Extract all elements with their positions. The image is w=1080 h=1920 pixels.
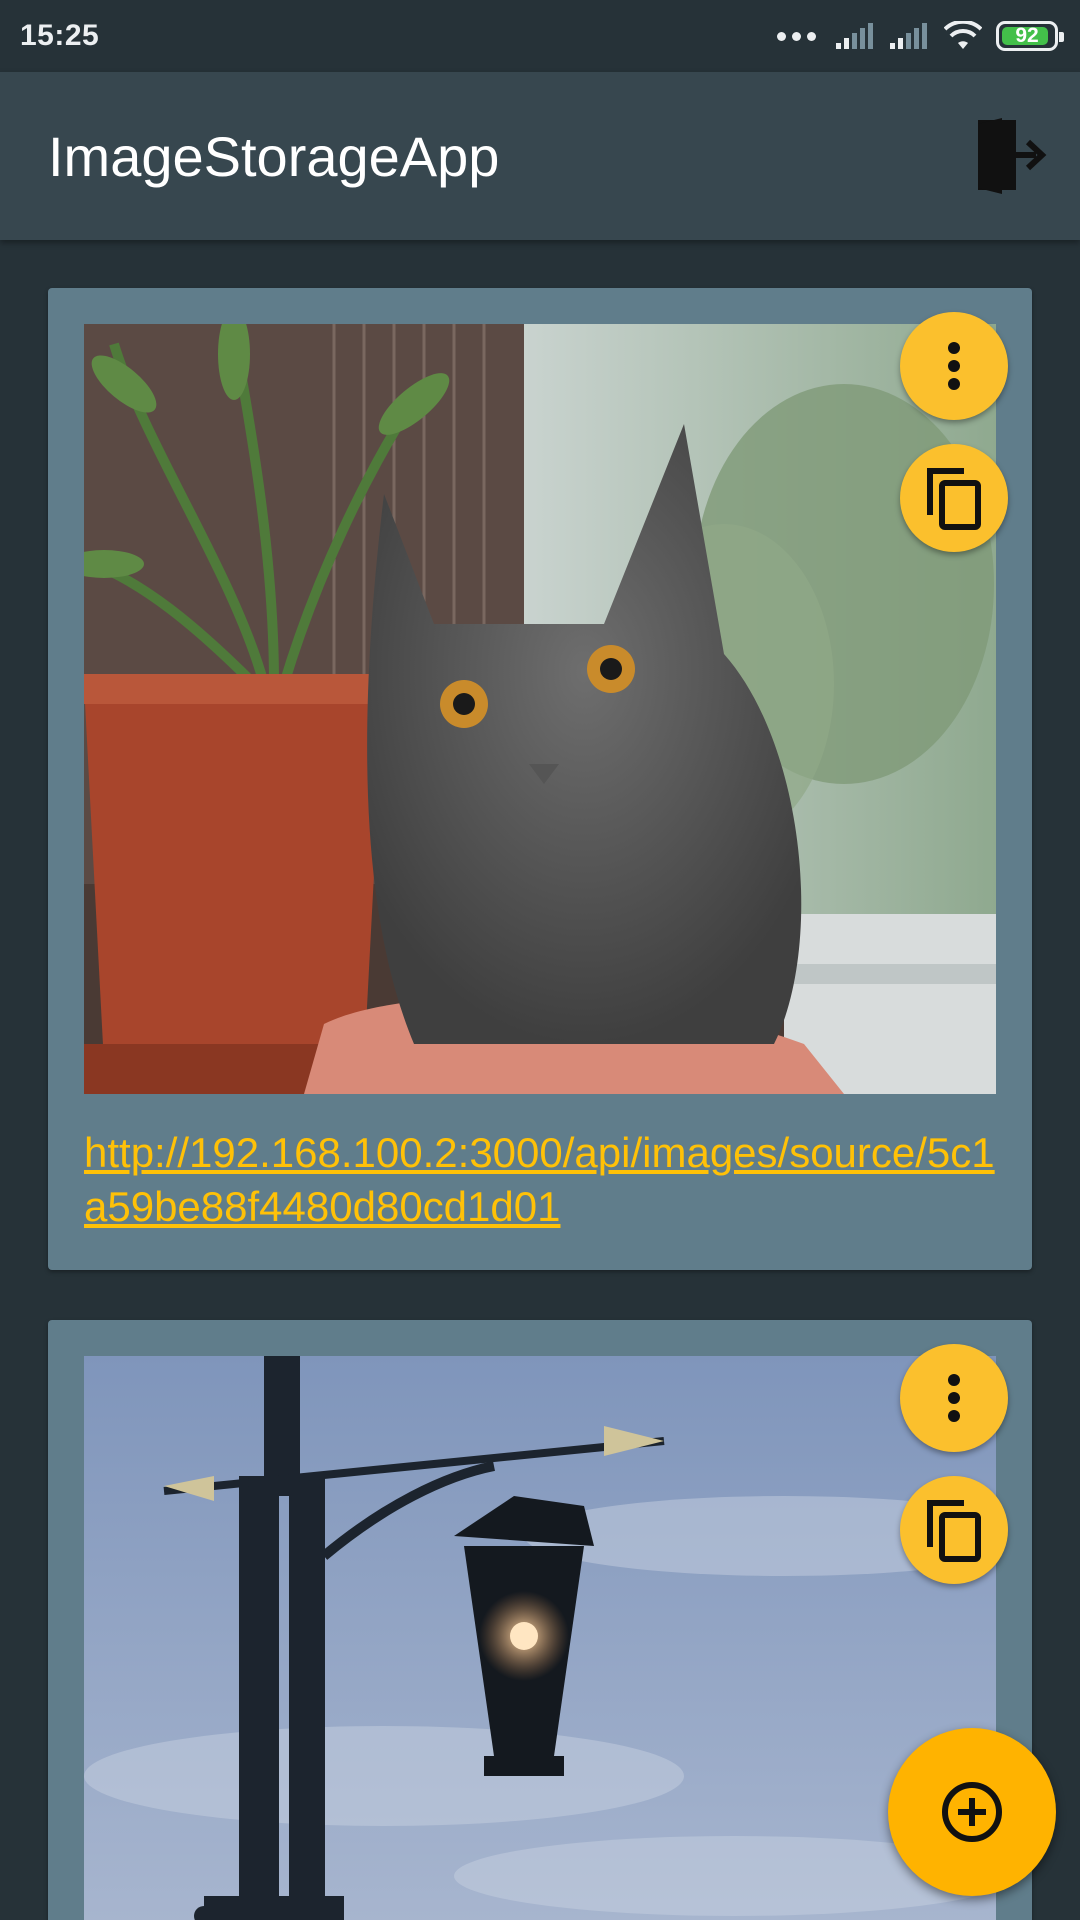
image-card: http://192.168.100.2:3000/api/images/sou… — [48, 288, 1032, 1270]
copy-link-button[interactable] — [900, 444, 1008, 552]
battery-label: 92 — [1015, 24, 1039, 47]
more-options-button[interactable] — [900, 312, 1008, 420]
copy-icon — [927, 468, 981, 530]
copy-link-button[interactable] — [900, 1476, 1008, 1584]
cat-photo — [84, 324, 996, 1094]
more-options-button[interactable] — [900, 1344, 1008, 1452]
more-vert-icon — [948, 1374, 960, 1422]
logout-button[interactable] — [970, 116, 1050, 196]
status-time: 15:25 — [20, 19, 100, 52]
image-link[interactable]: http://192.168.100.2:3000/api/images/sou… — [84, 1126, 996, 1234]
copy-icon — [927, 1500, 981, 1562]
street-lamp-photo — [84, 1356, 996, 1920]
signal-icon — [890, 23, 927, 49]
status-bar: 15:25 92 — [0, 0, 1080, 72]
more-dots-icon — [777, 31, 816, 41]
add-circle-icon — [942, 1782, 1002, 1842]
more-vert-icon — [948, 342, 960, 390]
image-card — [48, 1320, 1032, 1920]
battery-icon: 92 — [996, 21, 1064, 51]
logout-icon — [978, 118, 1047, 194]
app-bar: ImageStorageApp — [0, 72, 1080, 240]
status-icons: 92 — [777, 21, 1064, 51]
app-title: ImageStorageApp — [48, 124, 500, 188]
wifi-icon — [944, 21, 982, 49]
signal-icon — [836, 23, 873, 49]
add-image-button[interactable] — [888, 1728, 1056, 1896]
